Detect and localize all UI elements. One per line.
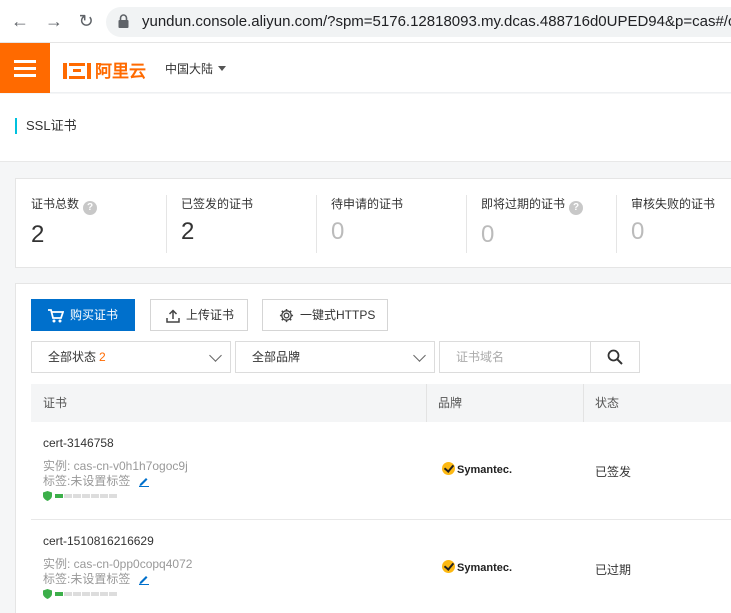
column-header-status: 状态: [595, 396, 620, 410]
page-title: SSL证书: [15, 118, 77, 134]
page-header: SSL证书: [0, 94, 731, 162]
table-row[interactable]: cert-3146758 实例: cas-cn-v0h1h7ogoc9j 标签:…: [31, 422, 731, 520]
divider: [466, 195, 467, 253]
symantec-check-icon: [442, 560, 455, 573]
shield-icon: [43, 491, 52, 501]
cert-tags: 标签:未设置标签: [43, 472, 150, 489]
symantec-check-icon: [442, 462, 455, 475]
edit-icon[interactable]: [138, 573, 150, 585]
table-header: 证书 品牌 状态: [31, 384, 731, 422]
chevron-down-icon: [413, 349, 426, 362]
column-header-cert: 证书: [43, 396, 68, 410]
reload-icon[interactable]: ↻: [76, 11, 96, 31]
search-icon: [607, 349, 623, 365]
chevron-down-icon: [209, 349, 222, 362]
hamburger-icon: [14, 60, 36, 63]
menu-button[interactable]: [0, 43, 50, 93]
brand-filter-select[interactable]: 全部品牌: [235, 341, 435, 373]
brand-logo: Symantec.: [442, 462, 512, 478]
domain-search-input[interactable]: [439, 341, 591, 373]
region-selector[interactable]: 中国大陆: [165, 60, 227, 77]
cert-name[interactable]: cert-3146758: [43, 436, 114, 450]
cert-tags: 标签:未设置标签: [43, 570, 150, 587]
lock-icon: [118, 14, 129, 28]
cert-panel: 购买证书 上传证书 一键式HTTPS 全部状态2 全部品牌 证书 品牌 状态: [15, 283, 731, 613]
stats-card: 证书总数? 2 已签发的证书 2 待申请的证书 0 即将过期的证书? 0 审核失…: [15, 178, 731, 268]
buy-cert-button[interactable]: 购买证书: [31, 299, 135, 331]
console-header: 阿里云 中国大陆: [0, 43, 731, 93]
status-filter-select[interactable]: 全部状态 2: [31, 341, 231, 373]
browser-toolbar: ← → ↻ yundun.console.aliyun.com/?spm=517…: [0, 0, 731, 43]
shield-icon: [43, 589, 52, 599]
table-row[interactable]: cert-1510816216629 实例: cas-cn-0pp0copq40…: [31, 520, 731, 613]
aliyun-logo-icon: [63, 63, 91, 79]
divider: [616, 195, 617, 253]
forward-arrow-icon[interactable]: →: [44, 11, 64, 31]
address-bar[interactable]: yundun.console.aliyun.com/?spm=5176.1281…: [106, 7, 731, 37]
stat-expiring[interactable]: 即将过期的证书? 0: [481, 195, 584, 255]
cart-icon: [48, 308, 64, 323]
upload-cert-button[interactable]: 上传证书: [150, 299, 248, 331]
gear-icon: [279, 309, 294, 323]
help-icon[interactable]: ?: [83, 201, 98, 215]
aliyun-logo[interactable]: 阿里云: [63, 57, 146, 81]
search-button[interactable]: [590, 341, 640, 373]
caret-down-icon: [218, 66, 227, 71]
brand-logo: Symantec.: [442, 560, 512, 576]
column-header-brand: 品牌: [438, 396, 463, 410]
url-text: yundun.console.aliyun.com/?spm=5176.1281…: [142, 13, 731, 30]
status-text: 已过期: [595, 563, 632, 577]
status-text: 已签发: [595, 465, 632, 479]
stat-pending[interactable]: 待申请的证书 0: [331, 195, 403, 255]
stat-issued[interactable]: 已签发的证书 2: [181, 195, 253, 255]
help-icon[interactable]: ?: [569, 201, 584, 215]
upload-icon: [166, 309, 180, 323]
back-arrow-icon[interactable]: ←: [10, 11, 30, 31]
stat-total: 证书总数? 2: [31, 195, 98, 255]
one-click-https-button[interactable]: 一键式HTTPS: [262, 299, 388, 331]
divider: [166, 195, 167, 253]
cert-name[interactable]: cert-1510816216629: [43, 534, 154, 548]
edit-icon[interactable]: [138, 475, 150, 487]
divider: [316, 195, 317, 253]
stat-failed[interactable]: 审核失败的证书 0: [631, 195, 715, 255]
